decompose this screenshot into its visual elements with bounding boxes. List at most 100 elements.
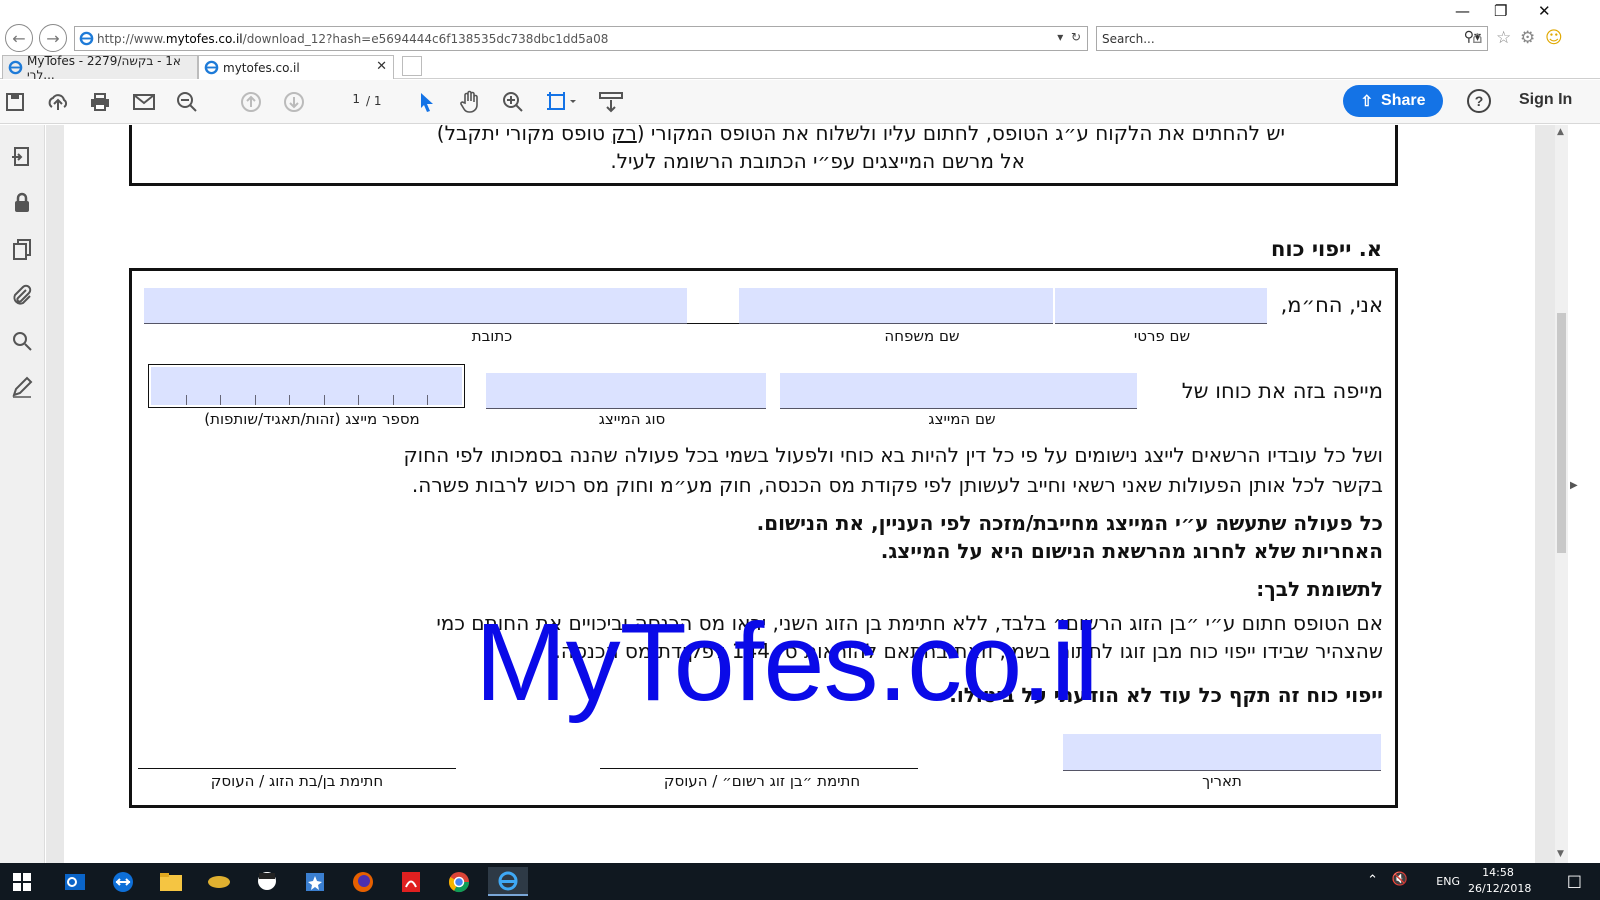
- clock-time[interactable]: 14:58: [1468, 866, 1528, 879]
- search-panel-icon[interactable]: [10, 329, 34, 353]
- fit-icon[interactable]: [544, 90, 580, 114]
- export-pdf-icon[interactable]: [10, 145, 34, 169]
- address-input[interactable]: http://www. mytofes.co.il/download_12?has…: [74, 26, 1088, 51]
- section-title: א. ייפוי כוח: [1271, 237, 1382, 261]
- signature-registered-line: [600, 768, 918, 769]
- tab-mytofes-form[interactable]: MyTofes - 2279/א1 - בקשה לרי...: [2, 54, 198, 82]
- upload-icon[interactable]: [46, 90, 70, 114]
- share-button[interactable]: ⇧ Share: [1343, 85, 1443, 117]
- left-tools-panel: [0, 125, 45, 863]
- smiley-icon[interactable]: ☺: [1545, 28, 1563, 48]
- forward-button[interactable]: →: [39, 24, 67, 52]
- digit-tick: [393, 395, 394, 405]
- dropdown-icon[interactable]: ▾: [1057, 30, 1063, 44]
- instructions-line-1: יש להחתים את הלקוח ע״ג הטופס, לחתום עליו…: [436, 125, 1285, 145]
- handshake-icon[interactable]: [202, 867, 236, 896]
- pdf-page: יש להחתים את הלקוח ע״ג הטופס, לחתום עליו…: [64, 125, 1535, 863]
- volume-muted-icon[interactable]: 🔇: [1392, 872, 1408, 887]
- collapse-right-panel-icon[interactable]: ▶: [1570, 480, 1578, 491]
- windows-taskbar: ⌃ 🔇 ENG 14:58 26/12/2018 □: [0, 863, 1600, 900]
- file-explorer-icon[interactable]: [154, 867, 188, 896]
- back-button[interactable]: ←: [5, 24, 33, 52]
- vertical-scrollbar[interactable]: ▲ ▼: [1555, 125, 1568, 863]
- digit-tick: [220, 395, 221, 405]
- acrobat-icon[interactable]: [394, 867, 428, 896]
- share-label: Share: [1381, 92, 1426, 109]
- close-tab-icon[interactable]: ✕: [376, 59, 387, 74]
- mail-icon[interactable]: [132, 90, 156, 114]
- help-icon[interactable]: ?: [1467, 89, 1491, 113]
- chrome-icon[interactable]: [442, 867, 476, 896]
- zoom-in-icon[interactable]: [501, 90, 525, 114]
- restore-icon[interactable]: ❐: [1494, 2, 1507, 20]
- refresh-icon[interactable]: ↻: [1071, 30, 1081, 44]
- internet-explorer-taskbar-icon[interactable]: [488, 867, 528, 896]
- rep-name-field[interactable]: [780, 373, 1137, 409]
- back-icon: ←: [12, 28, 26, 48]
- first-name-field[interactable]: [1055, 288, 1267, 324]
- field-underline: [687, 323, 739, 324]
- pdf-toolbar: 1 / 1 ⇧ Share ? Sign In: [0, 80, 1600, 124]
- digit-tick: [255, 395, 256, 405]
- clock-date[interactable]: 26/12/2018: [1468, 882, 1531, 895]
- address-bar-row: ← → http://www. mytofes.co.il/download_12…: [0, 20, 1600, 60]
- digit-tick: [427, 395, 428, 405]
- select-cursor-icon[interactable]: [415, 90, 439, 114]
- tray-expand-icon[interactable]: ⌃: [1367, 873, 1378, 888]
- date-field[interactable]: [1063, 734, 1381, 771]
- sign-pen-icon[interactable]: [10, 375, 34, 399]
- start-button[interactable]: [5, 867, 39, 896]
- rep-type-field[interactable]: [486, 373, 766, 409]
- app-icon[interactable]: [298, 867, 332, 896]
- print-icon[interactable]: [88, 90, 112, 114]
- scroll-down-icon[interactable]: ▼: [1557, 849, 1564, 859]
- signature-spouse-line: [138, 768, 456, 769]
- minimize-icon[interactable]: —: [1455, 2, 1470, 20]
- teamviewer-icon[interactable]: [106, 867, 140, 896]
- rep-name-label: שם המייצג: [928, 410, 996, 428]
- power-of-attorney-box: אני, הח״מ, שם פרטי שם משפחה כתובת מייפה …: [129, 268, 1398, 808]
- tab-mytofes-pdf[interactable]: mytofes.co.il ✕: [198, 55, 394, 79]
- rep-type-label: סוג המייצג: [598, 410, 666, 428]
- scroll-up-icon[interactable]: ▲: [1557, 127, 1564, 137]
- ie-icon: [79, 31, 94, 46]
- page-number-input[interactable]: 1: [330, 92, 364, 112]
- page-up-icon[interactable]: [239, 90, 263, 114]
- address-prefix: http://www.: [97, 31, 166, 46]
- address-controls: ▾ ↻: [1057, 30, 1081, 44]
- lock-icon[interactable]: [10, 191, 34, 215]
- forward-icon: →: [46, 28, 60, 48]
- scroll-mode-icon[interactable]: [599, 90, 623, 114]
- attachment-icon[interactable]: [10, 283, 34, 307]
- page-down-icon[interactable]: [282, 90, 306, 114]
- language-indicator[interactable]: ENG: [1436, 875, 1460, 888]
- digit-tick: [358, 395, 359, 405]
- last-name-field[interactable]: [739, 288, 1053, 324]
- digit-tick: [186, 395, 187, 405]
- tab-label: mytofes.co.il: [223, 60, 300, 75]
- address-host: mytofes.co.il: [165, 31, 243, 46]
- save-icon[interactable]: [3, 90, 27, 114]
- zoom-out-icon[interactable]: [175, 90, 199, 114]
- rep-number-field[interactable]: [151, 367, 462, 405]
- close-window-icon[interactable]: ✕: [1538, 2, 1551, 20]
- notifications-icon[interactable]: □: [1567, 871, 1582, 890]
- address-field[interactable]: [144, 288, 687, 324]
- pages-icon[interactable]: [10, 237, 34, 261]
- last-name-label: שם משפחה: [884, 327, 960, 345]
- new-tab-button[interactable]: [402, 56, 422, 76]
- signature-spouse-label: חתימת בן/בת הזוג / העוסק: [210, 772, 384, 790]
- sign-in-button[interactable]: Sign In: [1519, 91, 1572, 109]
- firefox-icon[interactable]: [346, 867, 380, 896]
- rep-number-box: [148, 364, 465, 408]
- home-icon[interactable]: ⌂: [1472, 28, 1483, 48]
- outlook-icon[interactable]: [58, 867, 92, 896]
- hand-icon[interactable]: [458, 90, 482, 114]
- search-input[interactable]: Search... ⚲▾: [1096, 26, 1488, 51]
- star-icon[interactable]: ☆: [1496, 28, 1511, 48]
- search-placeholder: Search...: [1102, 31, 1155, 46]
- scrollbar-thumb[interactable]: [1557, 313, 1566, 553]
- date-label: תאריך: [1202, 772, 1242, 790]
- avatar-app-icon[interactable]: [250, 867, 284, 896]
- gear-icon[interactable]: ⚙: [1520, 28, 1535, 48]
